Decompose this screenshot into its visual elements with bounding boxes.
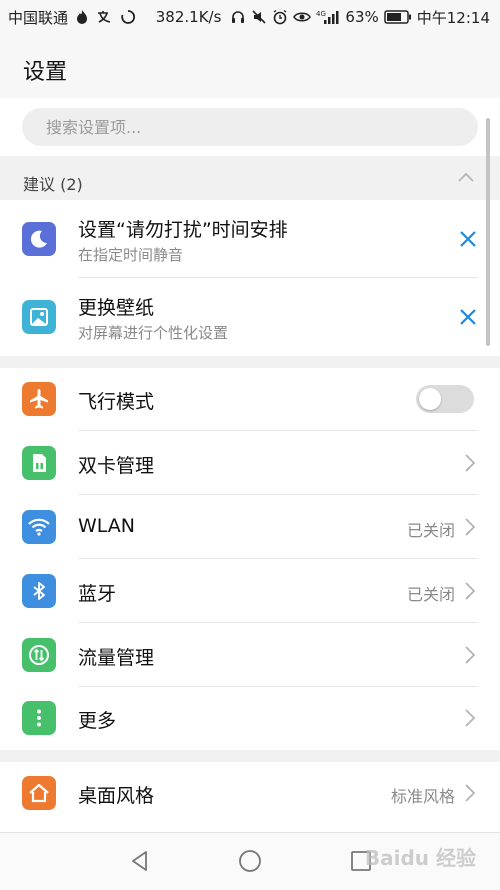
battery-icon — [384, 10, 412, 24]
wallpaper-icon — [22, 300, 56, 334]
close-icon[interactable] — [456, 305, 480, 329]
settings-item-wlan[interactable]: WLAN 已关闭 — [0, 495, 500, 559]
settings-item-label: WLAN — [78, 515, 136, 537]
settings-item-label: 更多 — [78, 710, 117, 732]
chevron-up-icon[interactable] — [456, 168, 476, 188]
home-button[interactable] — [236, 847, 264, 875]
settings-item-dual-sim[interactable]: 双卡管理 — [0, 431, 500, 495]
headset-icon — [230, 9, 246, 25]
suggestion-item-wallpaper[interactable]: 更换壁纸 对屏幕进行个性化设置 — [0, 278, 500, 356]
chevron-right-icon — [465, 784, 476, 802]
search-input[interactable] — [44, 116, 448, 138]
airplane-mode-toggle[interactable] — [416, 385, 474, 413]
airplane-icon — [22, 382, 56, 416]
suggestion-subtitle: 对屏幕进行个性化设置 — [78, 324, 229, 342]
watermark: Baidu 经验 — [364, 846, 476, 870]
toggle-knob — [419, 388, 441, 410]
search-area — [0, 98, 500, 156]
back-button[interactable] — [126, 847, 154, 875]
flame-icon — [74, 9, 90, 25]
carrier-name: 中国联通 — [8, 8, 69, 27]
signal-icon: 4G — [316, 9, 340, 25]
settings-item-airplane-mode[interactable]: 飞行模式 — [0, 368, 500, 431]
settings-item-value: 已关闭 — [406, 585, 455, 604]
section-gap — [0, 356, 500, 368]
section-gap — [0, 750, 500, 762]
settings-item-value: 标准风格 — [390, 787, 455, 806]
settings-item-value: 已关闭 — [406, 521, 455, 540]
chevron-right-icon — [465, 582, 476, 600]
settings-item-label: 飞行模式 — [78, 391, 155, 413]
sim-card-icon — [22, 446, 56, 480]
suggestion-label: 设置“请勿打扰”时间安排 — [78, 219, 288, 241]
scrollbar[interactable] — [486, 118, 490, 346]
home-style-icon — [22, 776, 56, 810]
settings-item-home-style[interactable]: 桌面风格 标准风格 — [0, 762, 500, 826]
close-icon[interactable] — [456, 227, 480, 251]
settings-item-label: 流量管理 — [78, 647, 155, 669]
clock: 中午12:14 — [416, 8, 490, 27]
suggestion-subtitle: 在指定时间静音 — [78, 246, 184, 264]
chevron-right-icon — [465, 646, 476, 664]
settings-item-label: 双卡管理 — [78, 455, 155, 477]
network-speed: 382.1K/s — [155, 8, 222, 26]
moon-icon — [22, 222, 56, 256]
network-type-label: 4G — [316, 10, 326, 18]
chevron-right-icon — [465, 518, 476, 536]
settings-item-label: 桌面风格 — [78, 785, 155, 807]
suggestions-header[interactable]: 建议 (2) — [0, 156, 500, 200]
eye-icon — [293, 9, 312, 25]
chevron-right-icon — [465, 709, 476, 727]
settings-item-label: 蓝牙 — [78, 583, 117, 605]
translate-icon — [96, 9, 114, 25]
status-bar: 中国联通 382.1K/s 4G 63% 中午12:14 — [0, 0, 500, 34]
loading-icon — [120, 9, 136, 25]
suggestion-label: 更换壁纸 — [78, 297, 155, 319]
chevron-right-icon — [465, 454, 476, 472]
suggestion-item-do-not-disturb[interactable]: 设置“请勿打扰”时间安排 在指定时间静音 — [0, 200, 500, 278]
settings-item-more[interactable]: 更多 — [0, 687, 500, 750]
bluetooth-icon — [22, 574, 56, 608]
battery-percent: 63% — [345, 8, 379, 26]
settings-item-data-usage[interactable]: 流量管理 — [0, 623, 500, 687]
suggestions-title: 建议 (2) — [23, 175, 83, 194]
alarm-icon — [272, 9, 288, 25]
mute-icon — [251, 9, 267, 25]
more-icon — [22, 701, 56, 735]
data-usage-icon — [22, 638, 56, 672]
settings-item-bluetooth[interactable]: 蓝牙 已关闭 — [0, 559, 500, 623]
search-box[interactable] — [22, 108, 478, 146]
title-bar: 设置 — [0, 34, 500, 99]
wifi-icon — [22, 510, 56, 544]
page-title: 设置 — [23, 60, 68, 85]
back-triangle-icon — [132, 851, 147, 871]
home-circle-icon — [239, 850, 261, 872]
